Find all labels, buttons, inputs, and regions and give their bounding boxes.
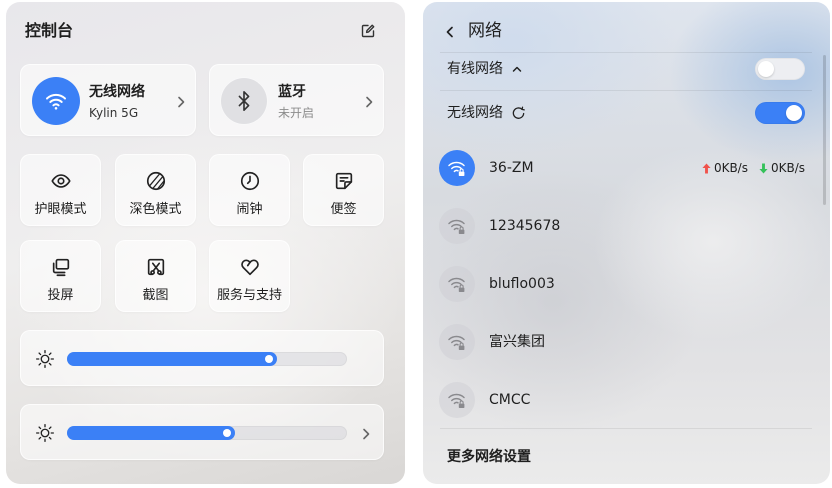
brightness-slider-card-2	[20, 404, 384, 460]
scrollbar[interactable]	[823, 55, 826, 205]
brightness-slider-card	[20, 330, 384, 386]
service-support-icon	[239, 256, 261, 278]
chevron-right-icon[interactable]	[174, 94, 188, 108]
brightness-slider[interactable]	[67, 352, 347, 366]
tile-label: 便签	[330, 202, 357, 217]
wired-label: 有线网络	[447, 61, 503, 77]
tile-service-support[interactable]: 服务与支持	[209, 240, 290, 312]
tile-sticky-note[interactable]: 便签	[303, 154, 384, 226]
brightness-icon	[35, 423, 55, 443]
wireless-section-header: 无线网络	[447, 104, 526, 122]
tile-dark-mode[interactable]: 深色模式	[115, 154, 196, 226]
tile-label: 深色模式	[129, 202, 182, 217]
sticky-note-icon	[333, 170, 355, 192]
network-ssid: 36-ZM	[489, 160, 534, 176]
tile-alarm-clock[interactable]: 闹钟	[209, 154, 290, 226]
slider-fill	[67, 426, 235, 440]
tile-eye-protection[interactable]: 护眼模式	[20, 154, 101, 226]
tile-screenshot[interactable]: 截图	[115, 240, 196, 312]
upload-arrow-icon	[702, 163, 711, 174]
network-item[interactable]: bluflo003	[423, 255, 830, 313]
network-item[interactable]: 12345678	[423, 197, 830, 255]
download-speed: 0KB/s	[770, 161, 805, 175]
wifi-lock-icon	[439, 208, 475, 244]
screen-projection-icon	[50, 256, 72, 278]
slider-handle[interactable]	[223, 429, 231, 437]
network-item[interactable]: 富兴集团	[423, 313, 830, 371]
brightness-slider-2[interactable]	[67, 426, 347, 440]
chevron-right-icon[interactable]	[362, 94, 376, 108]
wifi-card[interactable]: 无线网络 Kylin 5G	[20, 64, 196, 136]
upload-speed: 0KB/s	[713, 161, 748, 175]
chevron-right-icon[interactable]	[359, 426, 373, 440]
network-ssid: bluflo003	[489, 276, 555, 292]
divider	[440, 428, 812, 429]
wifi-card-subtitle: Kylin 5G	[89, 106, 139, 120]
edit-icon[interactable]	[360, 23, 376, 39]
wifi-lock-icon	[439, 382, 475, 418]
more-network-settings-link[interactable]: 更多网络设置	[447, 448, 531, 466]
refresh-icon[interactable]	[511, 106, 526, 121]
download-arrow-icon	[759, 163, 768, 174]
chevron-left-icon[interactable]	[443, 24, 457, 38]
network-item[interactable]: 36-ZM 0KB/s 0KB/s	[423, 139, 830, 197]
wifi-lock-icon	[439, 324, 475, 360]
wifi-icon[interactable]	[32, 77, 80, 125]
network-speed: 0KB/s 0KB/s	[702, 160, 805, 176]
bluetooth-card-title: 蓝牙	[278, 84, 306, 100]
toggle-knob	[786, 105, 802, 121]
tile-label: 投屏	[47, 288, 74, 303]
bluetooth-card[interactable]: 蓝牙 未开启	[209, 64, 384, 136]
bluetooth-card-subtitle: 未开启	[278, 106, 315, 120]
wifi-lock-icon	[439, 266, 475, 302]
network-panel: 网络 有线网络 无线网络 36-ZM 0KB/s 0KB/s 12345678 …	[423, 2, 830, 484]
bluetooth-icon[interactable]	[220, 77, 268, 125]
wired-section-header[interactable]: 有线网络	[447, 60, 523, 78]
chevron-up-icon[interactable]	[511, 63, 523, 75]
alarm-clock-icon	[239, 170, 261, 192]
tile-label: 服务与支持	[216, 288, 282, 303]
screenshot-icon	[145, 256, 167, 278]
tile-label: 护眼模式	[34, 202, 87, 217]
wifi-card-title: 无线网络	[89, 84, 145, 100]
dark-mode-icon	[145, 170, 167, 192]
tile-label: 截图	[142, 288, 169, 303]
wireless-toggle[interactable]	[755, 102, 805, 124]
panel-title: 控制台	[25, 21, 74, 40]
network-ssid: 富兴集团	[489, 334, 545, 350]
brightness-icon	[35, 349, 55, 369]
divider	[440, 52, 812, 53]
wifi-lock-icon	[439, 150, 475, 186]
toggle-knob	[758, 61, 774, 77]
wifi-network-list: 36-ZM 0KB/s 0KB/s 12345678 bluflo003 富兴集…	[423, 139, 830, 429]
eye-icon	[50, 170, 72, 192]
wireless-label: 无线网络	[447, 105, 503, 121]
wired-toggle[interactable]	[755, 58, 805, 80]
slider-handle[interactable]	[265, 355, 273, 363]
network-ssid: CMCC	[489, 392, 531, 408]
tile-screen-projection[interactable]: 投屏	[20, 240, 101, 312]
page-title: 网络	[468, 21, 502, 41]
slider-fill	[67, 352, 277, 366]
divider	[440, 90, 812, 91]
network-item[interactable]: CMCC	[423, 371, 830, 429]
control-center-panel: 控制台 无线网络 Kylin 5G 蓝牙 未开启 护眼模式 深色模式 闹钟 便签…	[6, 2, 405, 484]
network-ssid: 12345678	[489, 218, 561, 234]
tile-label: 闹钟	[236, 202, 263, 217]
